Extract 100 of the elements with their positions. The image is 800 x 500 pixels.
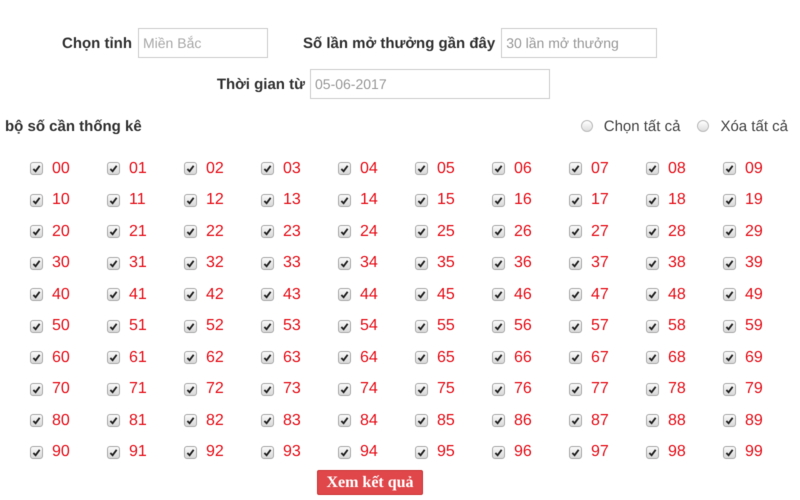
checkbox[interactable] [415,351,428,364]
checkbox[interactable] [184,351,197,364]
submit-button[interactable]: Xem kết quả [317,470,423,495]
checkbox[interactable] [723,225,736,238]
checkbox[interactable] [569,225,582,238]
checkbox[interactable] [646,288,659,302]
checkbox[interactable] [338,382,351,396]
checkbox[interactable] [30,382,43,396]
checkbox[interactable] [338,414,351,428]
checkbox[interactable] [261,288,274,302]
checkbox[interactable] [261,414,274,428]
checkbox[interactable] [723,256,736,270]
checkbox[interactable] [107,446,120,459]
checkbox[interactable] [492,414,505,428]
checkbox[interactable] [492,225,505,238]
checkbox[interactable] [492,162,505,176]
checkbox[interactable] [184,414,197,428]
checkbox[interactable] [30,351,43,364]
checkbox[interactable] [415,414,428,428]
checkbox[interactable] [30,288,43,302]
checkbox[interactable] [646,162,659,176]
radio-button[interactable] [580,120,593,132]
checkbox[interactable] [415,288,428,302]
checkbox[interactable] [569,446,582,459]
checkbox[interactable] [107,382,120,396]
checkbox[interactable] [492,194,505,207]
checkbox[interactable] [492,382,505,396]
checkbox[interactable] [492,351,505,364]
checkbox[interactable] [723,414,736,428]
checkbox[interactable] [338,162,351,176]
checkbox[interactable] [107,162,120,176]
checkbox[interactable] [107,351,120,364]
checkbox[interactable] [569,256,582,270]
input-field[interactable]: 30 lần mở thưởng [501,28,658,58]
checkbox[interactable] [30,256,43,270]
checkbox[interactable] [184,256,197,270]
checkbox[interactable] [107,320,120,333]
checkbox[interactable] [338,320,351,333]
checkbox[interactable] [184,288,197,302]
checkbox[interactable] [261,162,274,176]
checkbox[interactable] [646,225,659,238]
checkbox[interactable] [338,288,351,302]
checkbox[interactable] [569,414,582,428]
input-field[interactable]: 05-06-2017 [310,69,550,99]
checkbox[interactable] [30,414,43,428]
checkbox[interactable] [492,288,505,302]
checkbox[interactable] [723,446,736,459]
checkbox[interactable] [415,446,428,459]
checkbox[interactable] [415,162,428,176]
checkbox[interactable] [492,256,505,270]
checkbox[interactable] [569,320,582,333]
checkbox[interactable] [723,194,736,207]
checkbox[interactable] [107,225,120,238]
checkbox[interactable] [184,225,197,238]
checkbox[interactable] [338,446,351,459]
checkbox[interactable] [30,446,43,459]
checkbox[interactable] [338,225,351,238]
checkbox[interactable] [569,351,582,364]
checkbox[interactable] [338,194,351,207]
checkbox[interactable] [723,351,736,364]
checkbox[interactable] [184,446,197,459]
checkbox[interactable] [415,225,428,238]
checkbox[interactable] [30,162,43,176]
checkbox[interactable] [723,382,736,396]
checkbox[interactable] [569,194,582,207]
checkbox[interactable] [569,162,582,176]
checkbox[interactable] [646,414,659,428]
checkbox[interactable] [184,382,197,396]
checkbox[interactable] [492,320,505,333]
checkbox[interactable] [646,446,659,459]
checkbox[interactable] [569,288,582,302]
checkbox[interactable] [184,162,197,176]
checkbox[interactable] [261,320,274,333]
checkbox[interactable] [107,288,120,302]
checkbox[interactable] [30,225,43,238]
checkbox[interactable] [646,382,659,396]
checkbox[interactable] [30,194,43,207]
checkbox[interactable] [415,320,428,333]
checkbox[interactable] [646,256,659,270]
checkbox[interactable] [107,256,120,270]
radio-button[interactable] [697,120,710,132]
checkbox[interactable] [261,225,274,238]
checkbox[interactable] [107,414,120,428]
checkbox[interactable] [338,256,351,270]
checkbox[interactable] [338,351,351,364]
checkbox[interactable] [646,320,659,333]
checkbox[interactable] [569,382,582,396]
checkbox[interactable] [415,256,428,270]
checkbox[interactable] [646,351,659,364]
checkbox[interactable] [492,446,505,459]
checkbox[interactable] [723,288,736,302]
checkbox[interactable] [261,256,274,270]
checkbox[interactable] [723,162,736,176]
checkbox[interactable] [261,382,274,396]
checkbox[interactable] [415,382,428,396]
checkbox[interactable] [646,194,659,207]
checkbox[interactable] [184,194,197,207]
checkbox[interactable] [30,320,43,333]
checkbox[interactable] [261,446,274,459]
checkbox[interactable] [184,320,197,333]
